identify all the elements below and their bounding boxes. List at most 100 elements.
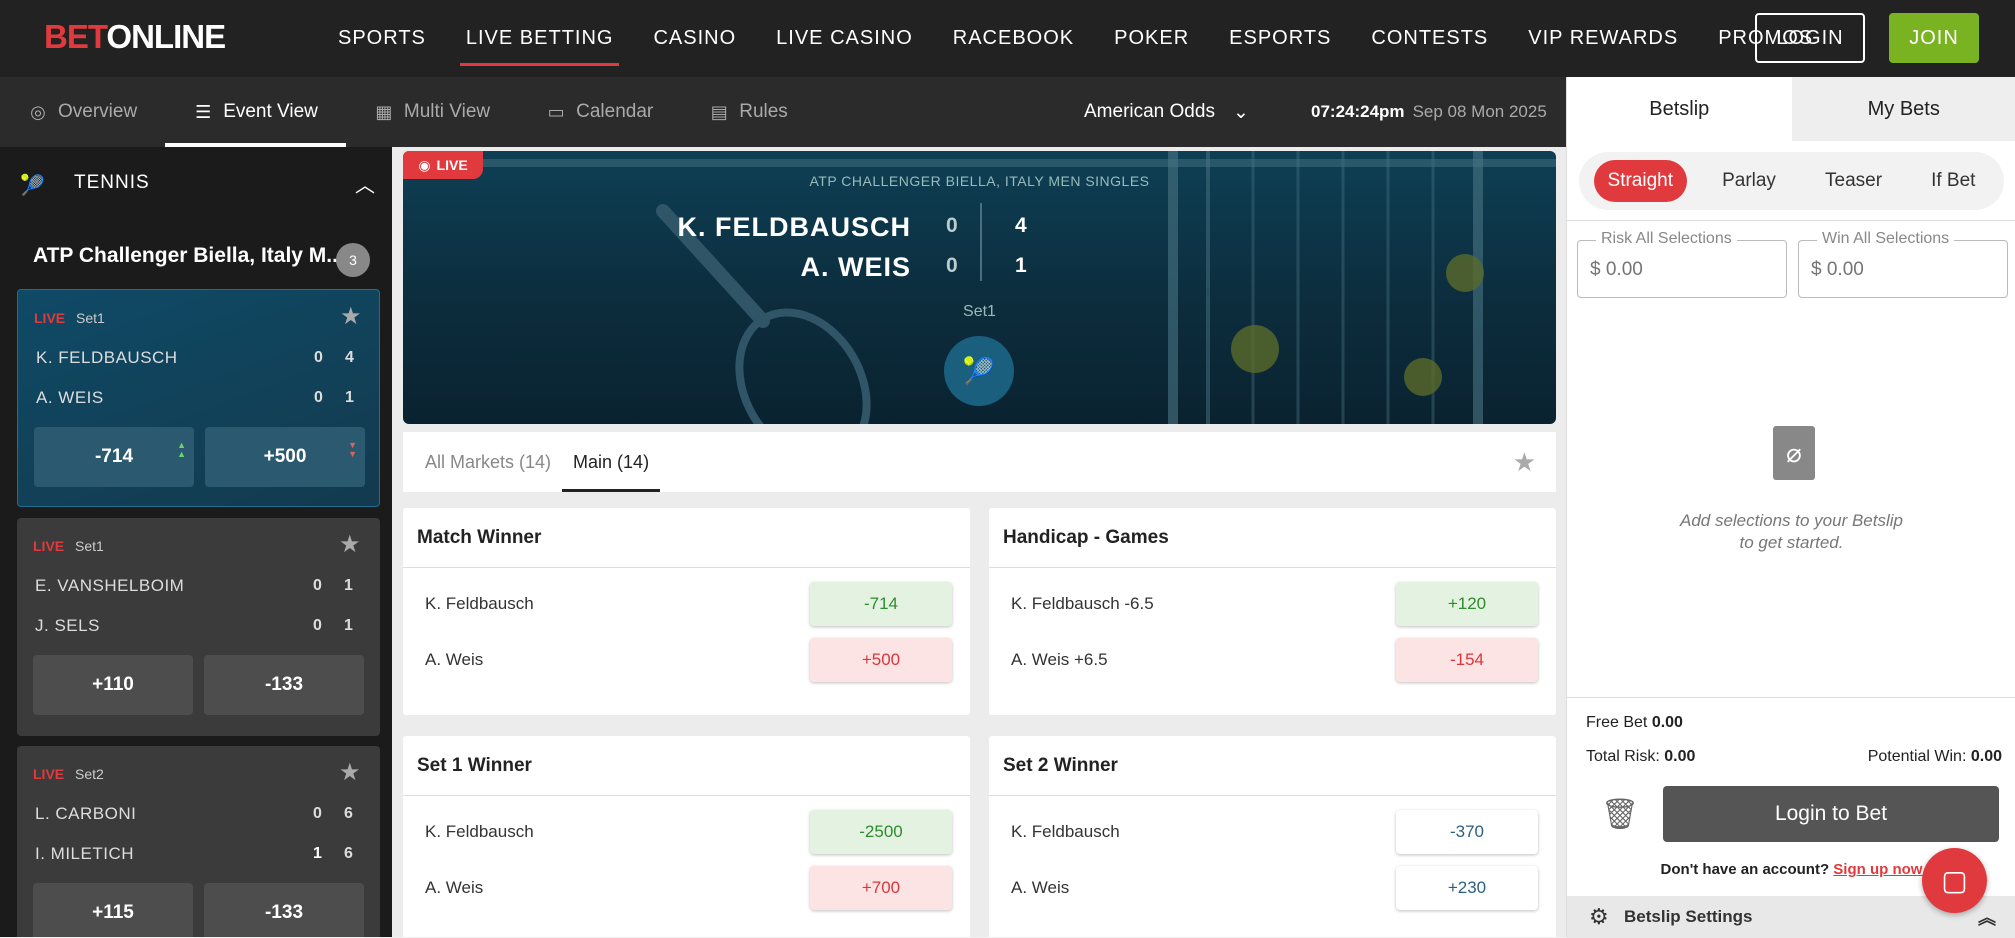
star-icon[interactable]: ★ xyxy=(340,302,362,331)
odd-button[interactable]: +500 xyxy=(810,638,952,682)
odd-button-player-2[interactable]: -133 xyxy=(204,883,364,937)
free-bet-label: Free Bet xyxy=(1586,714,1647,731)
nav-esports[interactable]: ESPORTS xyxy=(1209,0,1351,77)
hero-player-1-games: 0 xyxy=(946,214,958,238)
odd-button-player-2[interactable]: +500▼▼ xyxy=(205,427,365,487)
tab-calendar[interactable]: ▭Calendar xyxy=(518,77,681,147)
tab-event-view[interactable]: ☰Event View xyxy=(165,77,346,147)
odds-format-select[interactable]: American Odds⌄ xyxy=(1084,77,1249,147)
player-2-name: J. SELS xyxy=(35,616,100,636)
empty-betslip-message: Add selections to your Betslip to get st… xyxy=(1567,510,2015,554)
bet-type-parlay[interactable]: Parlay xyxy=(1708,160,1790,202)
odd-button[interactable]: +700 xyxy=(810,866,952,910)
odd-button[interactable]: -154 xyxy=(1396,638,1538,682)
selection-name: K. Feldbausch xyxy=(425,594,534,614)
tab-main[interactable]: Main (14) xyxy=(562,432,660,492)
nav-poker[interactable]: POKER xyxy=(1094,0,1209,77)
chevron-up-icon[interactable]: ︿ xyxy=(355,169,376,198)
player-1-games: 0 xyxy=(314,349,323,367)
nav-vip-rewards[interactable]: VIP REWARDS xyxy=(1508,0,1698,77)
score-divider xyxy=(980,203,982,281)
star-icon[interactable]: ★ xyxy=(1513,447,1536,478)
odd-button[interactable]: -714 xyxy=(810,582,952,626)
win-all-input[interactable] xyxy=(1811,259,1991,281)
star-icon[interactable]: ★ xyxy=(339,758,361,787)
chevron-double-up-icon[interactable]: ︽ xyxy=(1978,904,1996,930)
live-label: LIVE xyxy=(33,766,64,782)
tab-overview[interactable]: ◎Overview xyxy=(0,77,165,147)
odd-button-player-1[interactable]: -714▲▲ xyxy=(34,427,194,487)
risk-all-field[interactable]: Risk All Selections xyxy=(1577,240,1787,298)
player-2-sets: 1 xyxy=(344,617,353,635)
player-2-sets: 6 xyxy=(344,845,353,863)
signup-text: Don't have an account? xyxy=(1661,861,1830,878)
tab-multi-view[interactable]: ▦Multi View xyxy=(346,77,518,147)
nav-contests[interactable]: CONTESTS xyxy=(1351,0,1508,77)
tab-rules-label: Rules xyxy=(739,101,788,123)
login-to-bet-button[interactable]: Login to Bet xyxy=(1663,786,1999,842)
logo-online-text: ONLINE xyxy=(106,18,225,55)
odd-button-player-1[interactable]: +115 xyxy=(33,883,193,937)
bet-type-teaser[interactable]: Teaser xyxy=(1811,160,1896,202)
live-label: LIVE xyxy=(33,538,64,554)
odd-button[interactable]: +230 xyxy=(1396,866,1538,910)
selection-name: K. Feldbausch xyxy=(425,822,534,842)
divider xyxy=(1567,220,2015,221)
odd-button[interactable]: -370 xyxy=(1396,810,1538,854)
risk-all-input[interactable] xyxy=(1590,259,1770,281)
market-card: Handicap - Games K. Feldbausch -6.5+120 … xyxy=(989,508,1556,715)
market-card: Set 2 Winner K. Feldbausch-370 A. Weis+2… xyxy=(989,736,1556,937)
event-hero: ◉LIVE ATP CHALLENGER BIELLA, ITALY MEN S… xyxy=(403,151,1556,424)
tab-betslip[interactable]: Betslip xyxy=(1567,77,1792,141)
player-1-games: 0 xyxy=(313,805,322,823)
tennis-icon: 🎾 xyxy=(944,336,1014,406)
bet-type-if-bet[interactable]: If Bet xyxy=(1917,160,1989,202)
sport-header[interactable]: 🎾 TENNIS ︿ xyxy=(0,147,392,219)
chat-icon[interactable]: ▢ xyxy=(1922,848,1987,913)
nav-casino[interactable]: CASINO xyxy=(633,0,756,77)
odd-button-player-1[interactable]: +110 xyxy=(33,655,193,715)
tab-rules[interactable]: ▤Rules xyxy=(681,77,816,147)
sport-label: TENNIS xyxy=(74,172,150,194)
market-title: Handicap - Games xyxy=(989,508,1556,568)
odd-button[interactable]: +120 xyxy=(1396,582,1538,626)
hero-player-1-sets: 4 xyxy=(1015,214,1027,238)
event-card[interactable]: LIVE Set1 ★ E. VANSHELBOIM 0 1 J. SELS 0… xyxy=(17,518,380,736)
nav-live-casino[interactable]: LIVE CASINO xyxy=(756,0,933,77)
signup-link[interactable]: Sign up now xyxy=(1833,861,1922,878)
player-1-name: K. FELDBAUSCH xyxy=(36,348,178,368)
player-1-sets: 6 xyxy=(344,805,353,823)
tab-overview-label: Overview xyxy=(58,101,137,123)
potential-win: Potential Win: 0.00 xyxy=(1868,748,2002,766)
player-2-name: A. WEIS xyxy=(36,388,104,408)
win-all-field[interactable]: Win All Selections xyxy=(1798,240,2008,298)
betonline-logo[interactable]: BETONLINE xyxy=(44,18,225,56)
league-title[interactable]: ATP Challenger Biella, Italy M... xyxy=(33,244,344,268)
selection-name: A. Weis xyxy=(425,878,483,898)
player-1-sets: 4 xyxy=(345,349,354,367)
nav-racebook[interactable]: RACEBOOK xyxy=(933,0,1094,77)
tab-multi-view-label: Multi View xyxy=(404,101,490,123)
tab-calendar-label: Calendar xyxy=(576,101,653,123)
selection-name: A. Weis +6.5 xyxy=(1011,650,1108,670)
player-2-games: 0 xyxy=(314,389,323,407)
clock-time: 07:24:24pm xyxy=(1311,102,1405,122)
event-card[interactable]: LIVE Set1 ★ K. FELDBAUSCH 0 4 A. WEIS 0 … xyxy=(17,289,380,507)
odd-button[interactable]: -2500 xyxy=(810,810,952,854)
tab-my-bets[interactable]: My Bets xyxy=(1792,77,2015,141)
market-row: K. Feldbausch -6.5+120 xyxy=(989,576,1556,632)
nav-live-betting[interactable]: LIVE BETTING xyxy=(446,0,634,77)
join-button[interactable]: JOIN xyxy=(1889,13,1979,63)
star-icon[interactable]: ★ xyxy=(339,530,361,559)
bet-type-straight[interactable]: Straight xyxy=(1594,160,1687,202)
login-button[interactable]: LOGIN xyxy=(1755,13,1865,63)
tab-all-markets[interactable]: All Markets (14) xyxy=(403,432,562,492)
empty-message-line-2: to get started. xyxy=(1567,532,2015,554)
betslip-tabs: Betslip My Bets xyxy=(1567,77,2015,141)
trash-icon[interactable]: 🗑 xyxy=(1601,797,1639,832)
total-risk: Total Risk: 0.00 xyxy=(1586,748,1695,766)
nav-sports[interactable]: SPORTS xyxy=(318,0,446,77)
odd-button-player-2[interactable]: -133 xyxy=(204,655,364,715)
event-card[interactable]: LIVE Set2 ★ L. CARBONI 0 6 I. MILETICH 1… xyxy=(17,746,380,937)
set-label: Set1 xyxy=(75,538,104,554)
